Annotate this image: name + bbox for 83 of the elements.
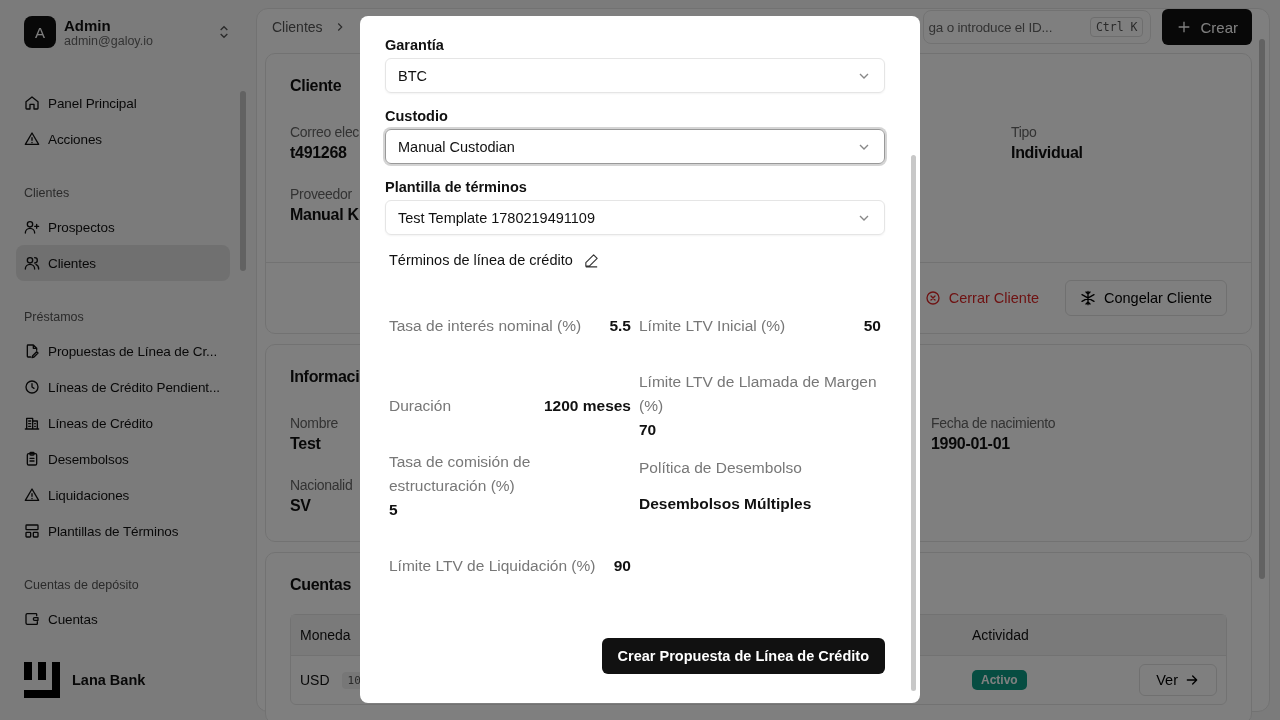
term-value: Desembolsos Múltiples	[639, 494, 813, 514]
select-field[interactable]: Test Template 1780219491109	[385, 200, 885, 235]
term-label: Política de Desembolso	[639, 458, 803, 478]
term-value: 70	[639, 420, 658, 440]
term-value: 1200 meses	[543, 396, 631, 416]
card-title: Informaci	[290, 367, 360, 387]
arrow-right-icon	[1184, 672, 1200, 688]
nav-item[interactable]: Panel Principal	[16, 85, 230, 121]
term-value: 5	[389, 500, 399, 520]
nav-item[interactable]: Clientes	[16, 245, 230, 281]
section-title: Términos de línea de crédito	[389, 251, 573, 270]
nav-item[interactable]: Liquidaciones	[16, 477, 230, 513]
term-label: Tasa de interés nominal (%)	[389, 316, 582, 336]
view-button[interactable]: Ver	[1139, 664, 1217, 696]
field-value: Manual K	[290, 206, 359, 224]
shortcut-hint: Ctrl K	[1089, 17, 1144, 37]
column-header: Actividad	[972, 627, 1030, 643]
term-value: 90	[613, 556, 631, 576]
field-label: Nombre	[290, 415, 338, 431]
close-client-button[interactable]: Cerrar Cliente	[918, 289, 1045, 307]
field-value: Test	[290, 435, 321, 453]
building-icon	[24, 415, 40, 431]
scrollbar[interactable]	[911, 155, 916, 691]
field-label: Custodio	[385, 107, 449, 125]
users-icon	[24, 255, 40, 271]
submit-button[interactable]: Crear Propuesta de Línea de Crédito	[601, 638, 885, 674]
freeze-client-button[interactable]: Congelar Cliente	[1065, 280, 1227, 316]
layout-icon	[24, 523, 40, 539]
avatar: A	[24, 16, 56, 48]
field-label: Tipo	[1011, 124, 1037, 140]
nav-item[interactable]: Líneas de Crédito	[16, 405, 230, 441]
field-label: Garantía	[385, 36, 445, 54]
wallet-icon	[24, 611, 40, 627]
field-label: Correo elec	[290, 124, 360, 140]
warning-icon	[24, 131, 40, 147]
column-header: Moneda	[300, 627, 352, 643]
logo-icon	[24, 662, 60, 698]
x-circle-icon	[924, 290, 941, 306]
field-label: Fecha de nacimiento	[931, 415, 1056, 431]
user-name: Admin	[64, 16, 112, 34]
field-label: Nacionalid	[290, 477, 353, 493]
document-pen-icon	[24, 343, 40, 359]
field-label: Proveedor	[290, 186, 352, 202]
house-icon	[24, 95, 40, 111]
card-title: Cuentas	[290, 575, 352, 595]
term-label: Límite LTV Inicial (%)	[639, 316, 786, 336]
nav-item[interactable]: Acciones	[16, 121, 230, 157]
term-label: Duración	[389, 396, 452, 416]
card-title: Cliente	[290, 76, 342, 96]
section-title: Préstamos	[23, 309, 85, 326]
nav-item[interactable]: Cuentas	[16, 601, 230, 637]
field-label: Plantilla de términos	[385, 178, 528, 196]
nav-item[interactable]: Desembolsos	[16, 441, 230, 477]
currency-cell: USD	[300, 672, 330, 688]
section-title: Cuentas de depósito	[23, 577, 140, 594]
nav-item[interactable]: Plantillas de Términos	[16, 513, 230, 549]
scrollbar[interactable]	[1259, 39, 1265, 579]
field-value: t491268	[290, 144, 347, 162]
section-title: Clientes	[23, 185, 71, 202]
user-email: admin@galoy.io	[64, 33, 154, 48]
nav-item[interactable]: Líneas de Crédito Pendient...	[16, 369, 230, 405]
breadcrumb-link[interactable]: Clientes	[272, 19, 323, 35]
term-value: 5.5	[609, 316, 631, 336]
nav-item[interactable]: Propuestas de Línea de Cr...	[16, 333, 230, 369]
create-button[interactable]: Crear	[1162, 9, 1252, 45]
brand-name: Lana Bank	[72, 672, 146, 688]
status-badge: Activo	[972, 670, 1027, 690]
field-value: Individual	[1011, 144, 1083, 162]
term-label: Tasa de comisión de estructuración (%)	[389, 452, 532, 496]
nav-item[interactable]: Prospectos	[16, 209, 230, 245]
user-plus-icon	[24, 219, 40, 235]
warning-icon	[24, 487, 40, 503]
term-label: Límite LTV de Llamada de Margen (%)	[639, 372, 878, 416]
pencil-icon[interactable]	[582, 251, 600, 269]
term-label: Límite LTV de Liquidación (%)	[389, 556, 596, 576]
select-field[interactable]: BTC	[385, 58, 885, 93]
term-value: 50	[863, 316, 881, 336]
field-value: SV	[290, 497, 311, 515]
snowflake-icon	[1080, 290, 1096, 306]
select-field[interactable]: Manual Custodian	[385, 129, 885, 164]
clipboard-icon	[24, 451, 40, 467]
field-value: 1990-01-01	[931, 435, 1010, 453]
clock-icon	[24, 379, 40, 395]
